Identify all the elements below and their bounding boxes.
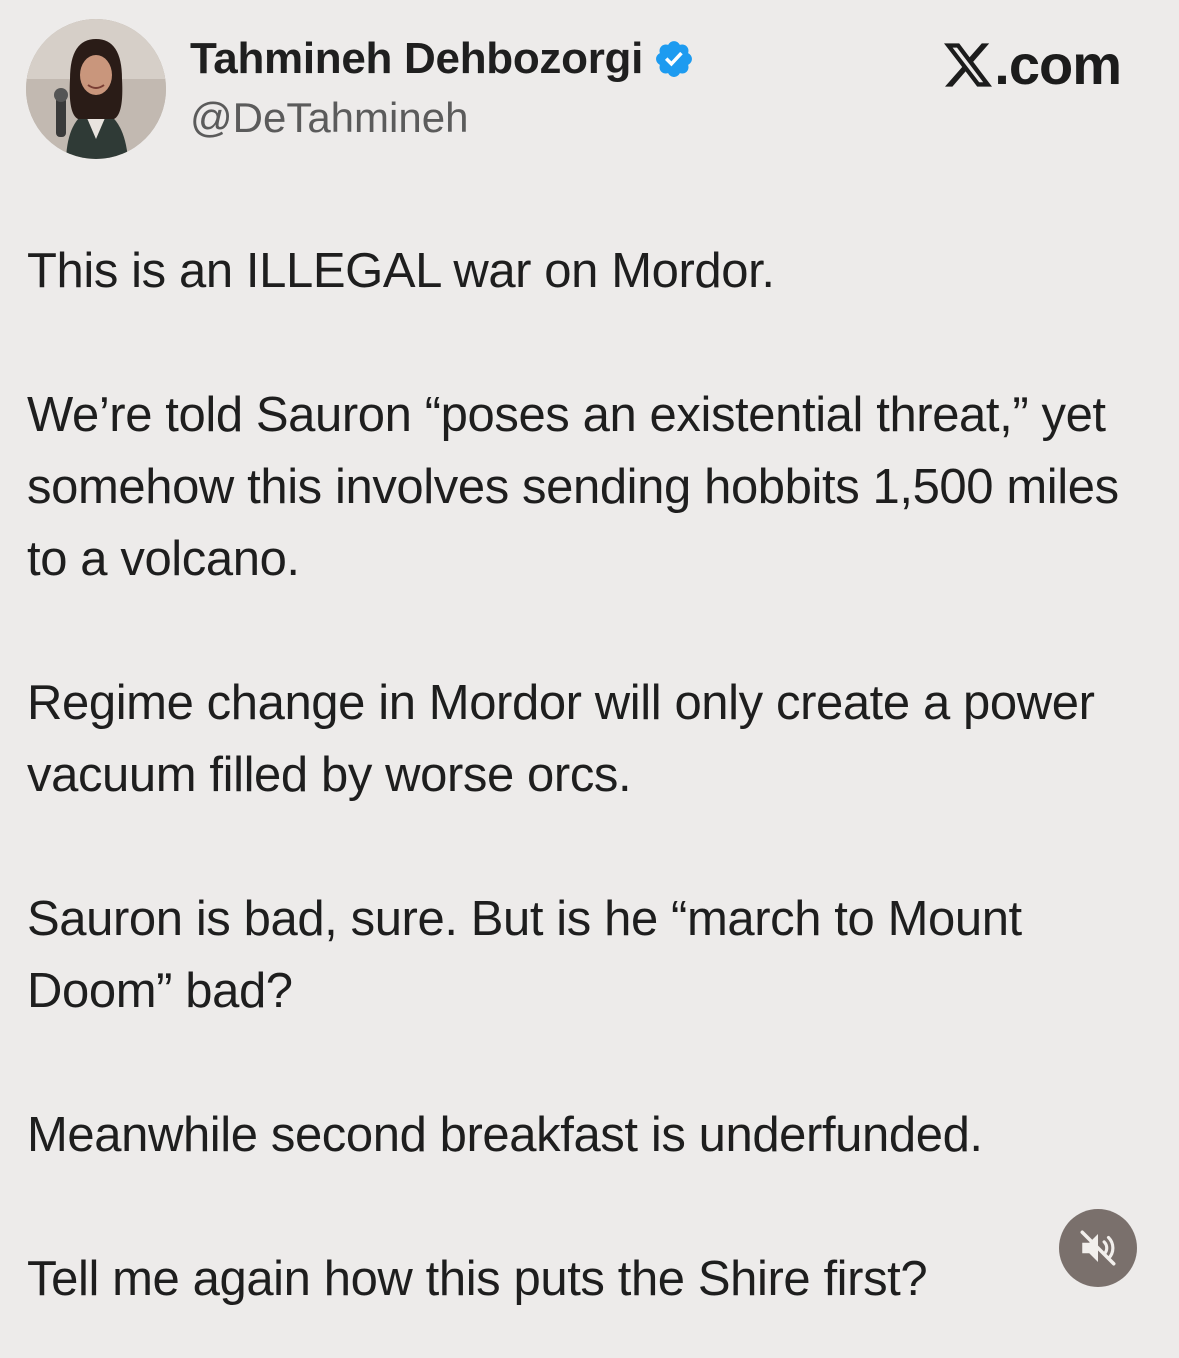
display-name-text: Tahmineh Dehbozorgi xyxy=(190,34,644,83)
x-logo-icon xyxy=(944,42,993,87)
brand-domain-text: .com xyxy=(994,33,1122,96)
tweet-paragraph: This is an ILLEGAL war on Mordor. xyxy=(27,244,775,298)
speaker-muted-icon xyxy=(1080,1230,1116,1266)
tweet-text: This is an ILLEGAL war on Mordor. We’re … xyxy=(27,235,1152,1315)
tweet-paragraph: Sauron is bad, sure. But is he “march to… xyxy=(27,892,1022,1018)
profile-photo-icon xyxy=(26,19,166,159)
tweet-paragraph: Regime change in Mordor will only create… xyxy=(27,676,1095,802)
tweet-paragraph: Tell me again how this puts the Shire fi… xyxy=(27,1252,928,1306)
user-handle[interactable]: @DeTahmineh xyxy=(190,94,468,142)
avatar[interactable] xyxy=(26,19,166,159)
mute-toggle-button[interactable] xyxy=(1059,1209,1137,1287)
verified-badge-icon xyxy=(656,41,692,77)
x-com-brand: .com xyxy=(944,32,1122,97)
tweet-paragraph: We’re told Sauron “poses an existential … xyxy=(27,388,1119,586)
display-name[interactable]: Tahmineh Dehbozorgi xyxy=(190,34,695,84)
tweet-paragraph: Meanwhile second breakfast is underfunde… xyxy=(27,1108,983,1162)
